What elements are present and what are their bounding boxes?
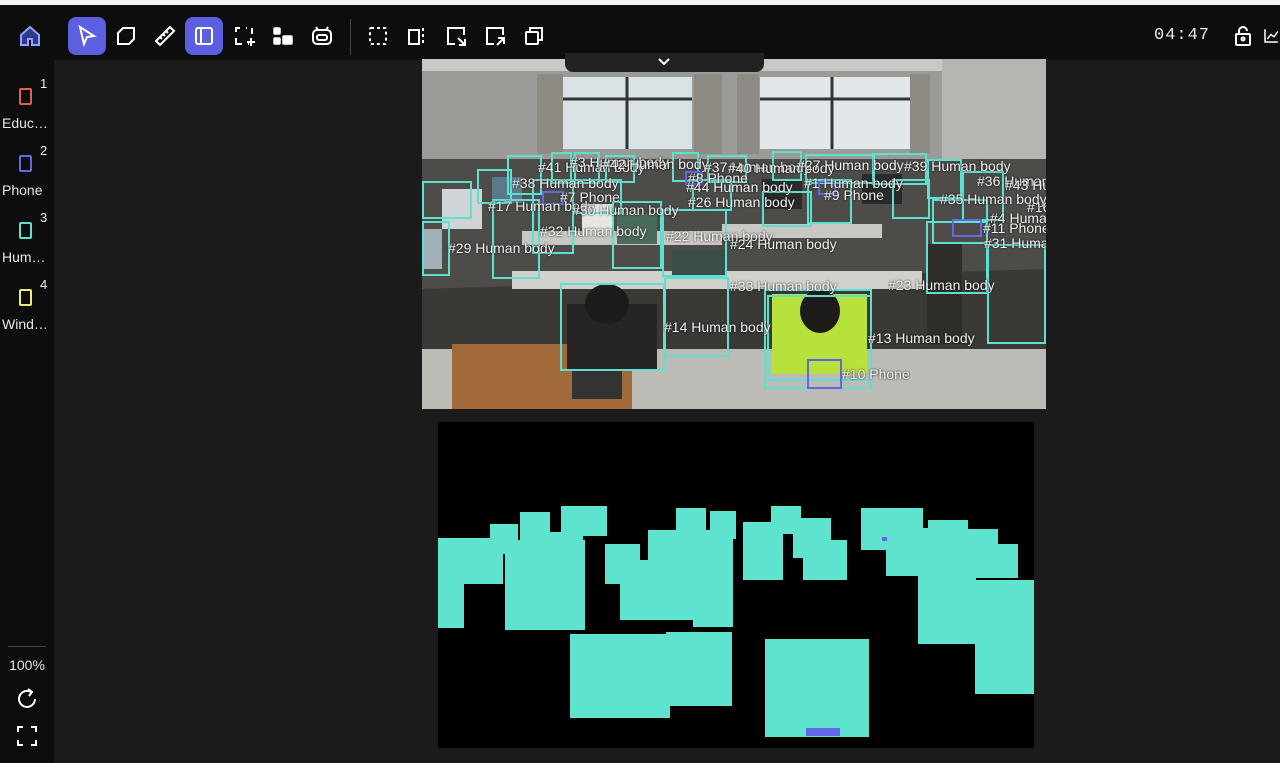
polygon-icon[interactable] xyxy=(107,17,145,55)
mask-region xyxy=(975,580,1034,694)
annotation-label: #30 Human body xyxy=(572,202,679,218)
annotation-label: #13 Human body xyxy=(868,330,975,346)
mask-region xyxy=(693,567,733,627)
lock-icon[interactable] xyxy=(1224,17,1262,55)
annotation-box[interactable] xyxy=(664,277,729,357)
class-index: 4 xyxy=(40,277,48,292)
annotation-box[interactable] xyxy=(422,221,450,276)
mask-region xyxy=(666,632,732,706)
annotation-label: #27 Human body xyxy=(797,157,904,173)
annotation-label: #11 Phone xyxy=(983,220,1046,236)
panel-icon[interactable] xyxy=(185,17,223,55)
mask-preview xyxy=(438,422,1034,748)
class-swatch xyxy=(19,289,32,306)
collapse-tab[interactable] xyxy=(565,53,764,72)
timer: 04:47 xyxy=(1154,26,1211,45)
class-index: 1 xyxy=(40,76,48,91)
class-label: Hum… xyxy=(2,249,46,265)
class-label: Wind… xyxy=(2,316,48,332)
annotation-box[interactable] xyxy=(560,283,665,371)
fullscreen-icon[interactable] xyxy=(15,724,39,748)
mask-region-phone xyxy=(882,537,887,541)
ruler-icon[interactable] xyxy=(146,17,184,55)
mask-region xyxy=(765,639,869,737)
mask-region xyxy=(710,511,736,539)
toolbar-divider xyxy=(350,19,351,55)
add-region-icon[interactable] xyxy=(225,17,263,55)
class-item-phone[interactable]: 2 Phone xyxy=(0,135,54,198)
annotation-label: #24 Human body xyxy=(730,236,837,252)
annotation-box-phone[interactable] xyxy=(952,219,982,237)
mask-region xyxy=(676,508,706,538)
mask-region xyxy=(538,532,583,607)
sidebar-divider xyxy=(8,646,46,647)
mask-region-phone xyxy=(806,728,840,736)
chart-icon[interactable] xyxy=(1262,17,1280,55)
class-swatch xyxy=(19,222,32,239)
class-sidebar: 1 Educ… 2 Phone 3 Hum… 4 Wind… 100% xyxy=(0,60,54,763)
class-item-window[interactable]: 4 Wind… xyxy=(0,269,54,332)
export-box-icon[interactable] xyxy=(476,17,514,55)
class-swatch xyxy=(19,88,32,105)
annotation-box[interactable] xyxy=(422,181,472,219)
class-label: Phone xyxy=(2,182,43,198)
annotation-label: #26 Human body xyxy=(688,194,795,210)
annotation-label: #44 Human body xyxy=(686,179,793,195)
mask-region xyxy=(918,572,976,644)
annotation-label: #23 Human body xyxy=(888,277,995,293)
top-toolbar: 04:47 xyxy=(0,0,1280,60)
select-cursor-icon[interactable] xyxy=(68,17,106,55)
annotation-label: #33 Human body xyxy=(730,278,837,294)
class-index: 2 xyxy=(40,143,48,158)
download-box-icon[interactable] xyxy=(437,17,475,55)
robot-icon[interactable] xyxy=(303,17,341,55)
annotation-label: #9 Phone xyxy=(824,187,884,203)
annotation-label: #31 Human body xyxy=(984,235,1046,251)
reset-icon[interactable] xyxy=(15,687,39,711)
mask-region xyxy=(803,540,847,580)
class-index: 3 xyxy=(40,210,48,225)
annotation-label: #32 Human body xyxy=(540,223,647,239)
annotation-label: #29 Human body xyxy=(448,240,555,256)
class-item-human[interactable]: 3 Hum… xyxy=(0,202,54,265)
chevron-down-icon xyxy=(658,58,670,66)
split-icon[interactable] xyxy=(398,17,436,55)
annotation-label: #39 Human body xyxy=(904,158,1011,174)
home-icon[interactable] xyxy=(11,17,49,55)
annotation-box[interactable] xyxy=(987,244,1046,344)
dashed-select-icon[interactable] xyxy=(359,17,397,55)
annotation-label: #10 Phone xyxy=(842,366,910,382)
image-canvas[interactable]: #41 Human body #3 Human body #42 Human b… xyxy=(422,59,1046,409)
copy-icon[interactable] xyxy=(515,17,553,55)
annotation-box-phone[interactable] xyxy=(807,359,842,389)
class-label: Educ… xyxy=(2,115,48,131)
zoom-level: 100% xyxy=(9,657,45,673)
mask-region xyxy=(570,634,670,718)
class-swatch xyxy=(19,155,32,172)
annotation-label: #14 Human body xyxy=(664,319,771,335)
shape-list-icon[interactable] xyxy=(264,17,302,55)
class-item-education[interactable]: 1 Educ… xyxy=(0,68,54,131)
